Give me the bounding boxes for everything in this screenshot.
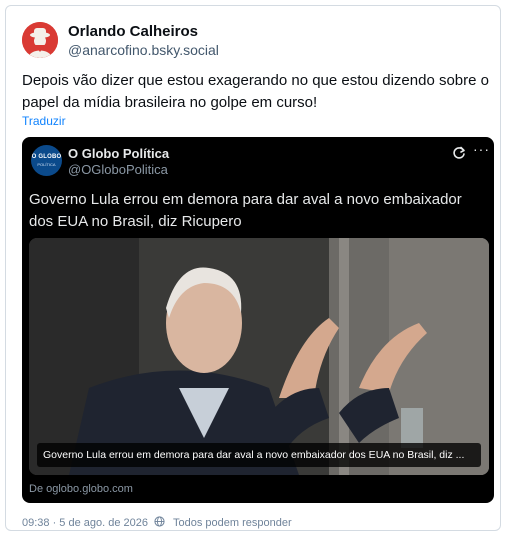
embed-author-name[interactable]: O Globo Política [68,146,169,161]
author-avatar[interactable] [22,22,58,58]
embed-avatar[interactable]: O GLOBO POLÍTICA [31,145,62,176]
more-icon[interactable]: ··· [473,141,490,157]
embed-avatar-line2: POLÍTICA [37,162,56,167]
embed-avatar-line1: O GLOBO [31,154,62,160]
embed-headline: Governo Lula errou em demora para dar av… [29,191,462,230]
reply-setting[interactable]: Todos podem responder [173,517,292,529]
embedded-post[interactable]: O GLOBO POLÍTICA O Globo Política @OGlob… [22,137,494,503]
author-name[interactable]: Orlando Calheiros [68,23,198,40]
embed-author-handle[interactable]: @OGloboPolitica [68,162,168,177]
post-text: Depois vão dizer que estou exagerando no… [22,72,489,111]
post-timestamp[interactable]: 09:38 · 5 de ago. de 2026 [22,517,148,529]
translate-link[interactable]: Traduzir [22,114,66,128]
embed-source[interactable]: De oglobo.globo.com [29,483,133,495]
refresh-icon[interactable] [452,146,466,160]
post-card[interactable]: Orlando Calheiros @anarcofino.bsky.socia… [5,5,501,531]
article-photo[interactable]: Governo Lula errou em demora para dar av… [29,238,489,475]
photo-caption: Governo Lula errou em demora para dar av… [37,443,481,467]
author-handle[interactable]: @anarcofino.bsky.social [68,42,219,58]
photo-image [29,238,489,475]
post-footer: 09:38 · 5 de ago. de 2026 Todos podem re… [22,516,292,530]
globe-icon [154,516,169,530]
